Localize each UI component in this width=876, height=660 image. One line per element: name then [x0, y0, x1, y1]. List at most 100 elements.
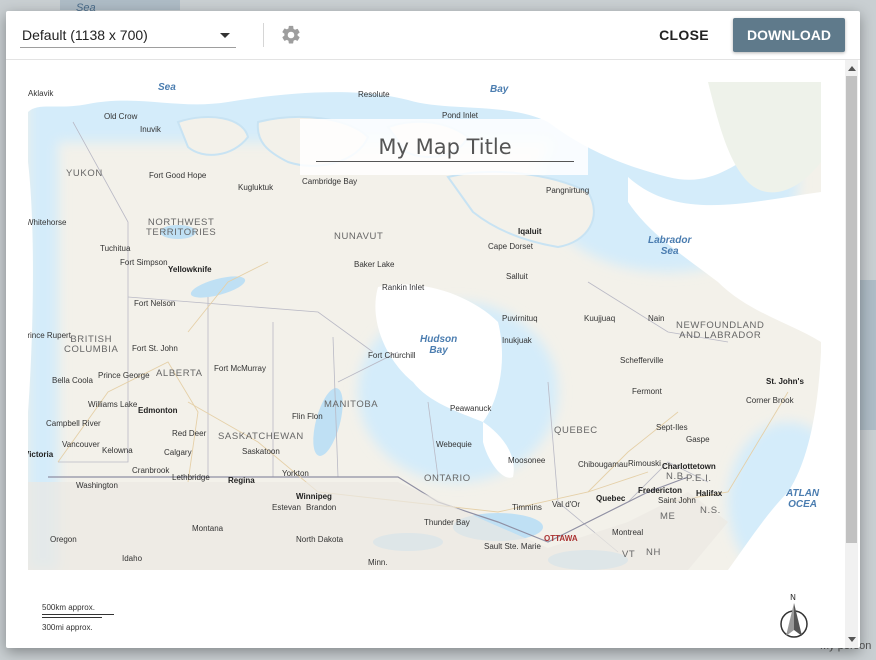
map-place: Iqaluit	[518, 227, 542, 236]
map-title-input[interactable]	[316, 133, 574, 162]
map-region-manitoba: MANITOBA	[324, 399, 379, 410]
map-place: Oregon	[50, 535, 77, 544]
map-region-newfoundland: NEWFOUNDLAND AND LABRADOR	[676, 320, 765, 341]
map-place: Aklavik	[28, 89, 54, 98]
map-place: Williams Lake	[88, 400, 138, 409]
map-place: Fermont	[632, 387, 662, 396]
map-region-ontario: ONTARIO	[424, 473, 471, 484]
map-place: Cape Dorset	[488, 242, 533, 251]
map-region-ns: N.S.	[700, 505, 721, 516]
map-place: St. John's	[766, 377, 804, 386]
map-place: Fort St. John	[132, 344, 178, 353]
map-size-select[interactable]: Default (1138 x 700)	[20, 23, 236, 48]
map-place: OTTAWA	[544, 534, 578, 543]
map-label-labrador-sea: Labrador Sea	[648, 235, 692, 257]
map-size-value: Default (1138 x 700)	[22, 27, 148, 43]
map-place: Fort Good Hope	[149, 171, 207, 180]
scale-km-label: 500km approx.	[42, 603, 95, 612]
map-region-nwt: NORTHWEST TERRITORIES	[146, 217, 217, 238]
map-place: Sept-Iles	[656, 423, 688, 432]
scroll-up-icon[interactable]	[848, 66, 856, 71]
toolbar-divider	[263, 23, 264, 47]
map-place: Fredericton	[638, 486, 683, 495]
map-preview: Sea Bay Labrador Sea Hudson Bay ATLAN OC…	[28, 82, 821, 570]
map-place: Campbell River	[46, 419, 101, 428]
map-place: Red Deer	[172, 429, 207, 438]
scale-km-bar	[42, 614, 114, 615]
map-place: Prince George	[98, 371, 150, 380]
map-place: Gaspe	[686, 435, 710, 444]
map-place: Halifax	[696, 489, 723, 498]
map-place: North Dakota	[296, 535, 344, 544]
map-region-alberta: ALBERTA	[156, 368, 203, 379]
map-place: Regina	[228, 476, 255, 485]
map-place: Kelowna	[102, 446, 133, 455]
map-place: Kugluktuk	[238, 183, 274, 192]
map-place: Yellowknife	[168, 265, 212, 274]
scrollbar-thumb[interactable]	[846, 76, 857, 543]
map-place: Saint John	[658, 496, 696, 505]
map-place: Resolute	[358, 90, 390, 99]
map-place: Old Crow	[104, 112, 138, 121]
map-place: Quebec	[596, 494, 626, 503]
map-place: Tuchitua	[100, 244, 131, 253]
map-place: Webequie	[436, 440, 472, 449]
scale-mi-bar	[42, 617, 102, 618]
north-arrow-icon: N	[780, 593, 808, 638]
map-region-nb: N.B.	[666, 471, 687, 482]
map-place: Puvirnituq	[502, 314, 538, 323]
map-region-saskatchewan: SASKATCHEWAN	[218, 431, 304, 442]
map-label-bay: Bay	[490, 84, 509, 95]
map-place: Chibougamau	[578, 460, 628, 469]
map-place: Washington	[76, 481, 118, 490]
map-place: Peawanuck	[450, 404, 492, 413]
map-place: Cranbrook	[132, 466, 170, 475]
chevron-down-icon	[220, 33, 230, 38]
map-place: Saskatoon	[242, 447, 280, 456]
map-place: Baker Lake	[354, 260, 395, 269]
map-place: Minn.	[368, 558, 388, 567]
north-label: N	[790, 593, 796, 602]
map-title-box	[300, 119, 588, 175]
map-place: Montana	[192, 524, 224, 533]
map-place: Winnipeg	[296, 492, 332, 501]
map-place: Inuvik	[140, 125, 161, 134]
download-button[interactable]: DOWNLOAD	[733, 18, 845, 52]
map-place: Calgary	[164, 448, 192, 457]
map-place: Edmonton	[138, 406, 178, 415]
close-button[interactable]: CLOSE	[650, 18, 718, 52]
map-place: Timmins	[512, 503, 542, 512]
scale-mi-label: 300mi approx.	[42, 623, 93, 632]
map-place: Fort McMurray	[214, 364, 266, 373]
print-preview[interactable]: Sea Bay Labrador Sea Hudson Bay ATLAN OC…	[6, 60, 860, 648]
map-place: Thunder Bay	[424, 518, 470, 527]
map-region-pei: P.E.I.	[686, 473, 712, 484]
map-place: Idaho	[122, 554, 143, 563]
gear-icon[interactable]	[280, 24, 302, 46]
map-place: Schefferville	[620, 356, 664, 365]
map-place: Sault Ste. Marie	[484, 542, 541, 551]
map-place: Bella Coola	[52, 376, 93, 385]
map-place: Estevan	[272, 503, 301, 512]
map-place: Lethbridge	[172, 473, 210, 482]
map-place: Charlottetown	[662, 462, 716, 471]
map-place: Nain	[648, 314, 665, 323]
map-place: Pangnirtung	[546, 186, 590, 195]
map-region-nh: NH	[646, 547, 661, 558]
map-place: Brandon	[306, 503, 337, 512]
map-place: Fort Churchill	[368, 351, 416, 360]
map-place: Rimouski	[628, 459, 661, 468]
map-label-atlantic-ocean: ATLAN OCEA	[786, 488, 820, 510]
map-place: Montreal	[612, 528, 644, 537]
map-region-yukon: YUKON	[66, 168, 103, 179]
print-map-dialog: Default (1138 x 700) CLOSE DOWNLOAD Sea …	[6, 11, 860, 648]
map-place: Vancouver	[62, 440, 100, 449]
map-place: Corner Brook	[746, 396, 794, 405]
map-place: Salluit	[506, 272, 528, 281]
map-region-me: ME	[660, 511, 676, 522]
scroll-down-icon[interactable]	[848, 637, 856, 642]
map-region-nunavut: NUNAVUT	[334, 231, 384, 242]
vertical-scrollbar[interactable]	[845, 60, 858, 648]
map-place: Prince Rupert	[28, 331, 71, 340]
map-place: Whitehorse	[28, 218, 67, 227]
